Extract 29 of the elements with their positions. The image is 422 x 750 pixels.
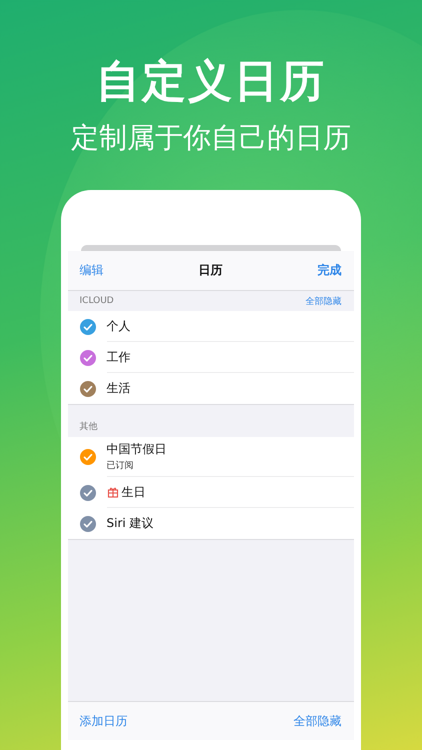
calendar-name: Siri 建议 xyxy=(106,515,154,532)
gift-icon xyxy=(106,486,118,498)
calendar-name: 生活 xyxy=(106,380,130,397)
add-calendar-button[interactable]: 添加日历 xyxy=(80,712,128,730)
edit-button[interactable]: 编辑 xyxy=(80,262,104,279)
calendar-name: 工作 xyxy=(106,348,130,366)
calendar-row[interactable]: 生活 xyxy=(68,373,354,404)
checkmark-icon[interactable] xyxy=(80,350,96,366)
calendar-name: 中国节假日 xyxy=(106,441,166,458)
checkmark-icon[interactable] xyxy=(80,380,96,396)
calendar-row[interactable]: 工作 xyxy=(68,342,354,373)
section-header: 其他 xyxy=(80,420,98,433)
checkmark-icon[interactable] xyxy=(80,449,96,465)
calendar-subtitle: 已订阅 xyxy=(106,460,134,472)
hide-all-button[interactable]: 全部隐藏 xyxy=(294,712,342,730)
done-button[interactable]: 完成 xyxy=(318,262,342,279)
checkmark-icon[interactable] xyxy=(80,484,96,500)
subheadline: 定制属于你自己的日历 xyxy=(71,120,351,156)
calendar-row[interactable]: 个人 xyxy=(68,311,354,342)
nav-title: 日历 xyxy=(198,262,222,279)
calendar-name: 个人 xyxy=(106,318,130,334)
checkmark-icon[interactable] xyxy=(80,516,96,532)
headline: 自定义日历 xyxy=(96,55,326,109)
calendar-name: 生日 xyxy=(122,484,146,500)
calendar-row[interactable]: 中国节假日 已订阅 xyxy=(68,437,354,477)
calendar-row[interactable]: 生日 xyxy=(68,477,354,508)
calendar-row[interactable]: Siri 建议 xyxy=(68,508,354,539)
section-header: ICLOUD xyxy=(80,296,114,306)
checkmark-icon[interactable] xyxy=(80,318,96,334)
